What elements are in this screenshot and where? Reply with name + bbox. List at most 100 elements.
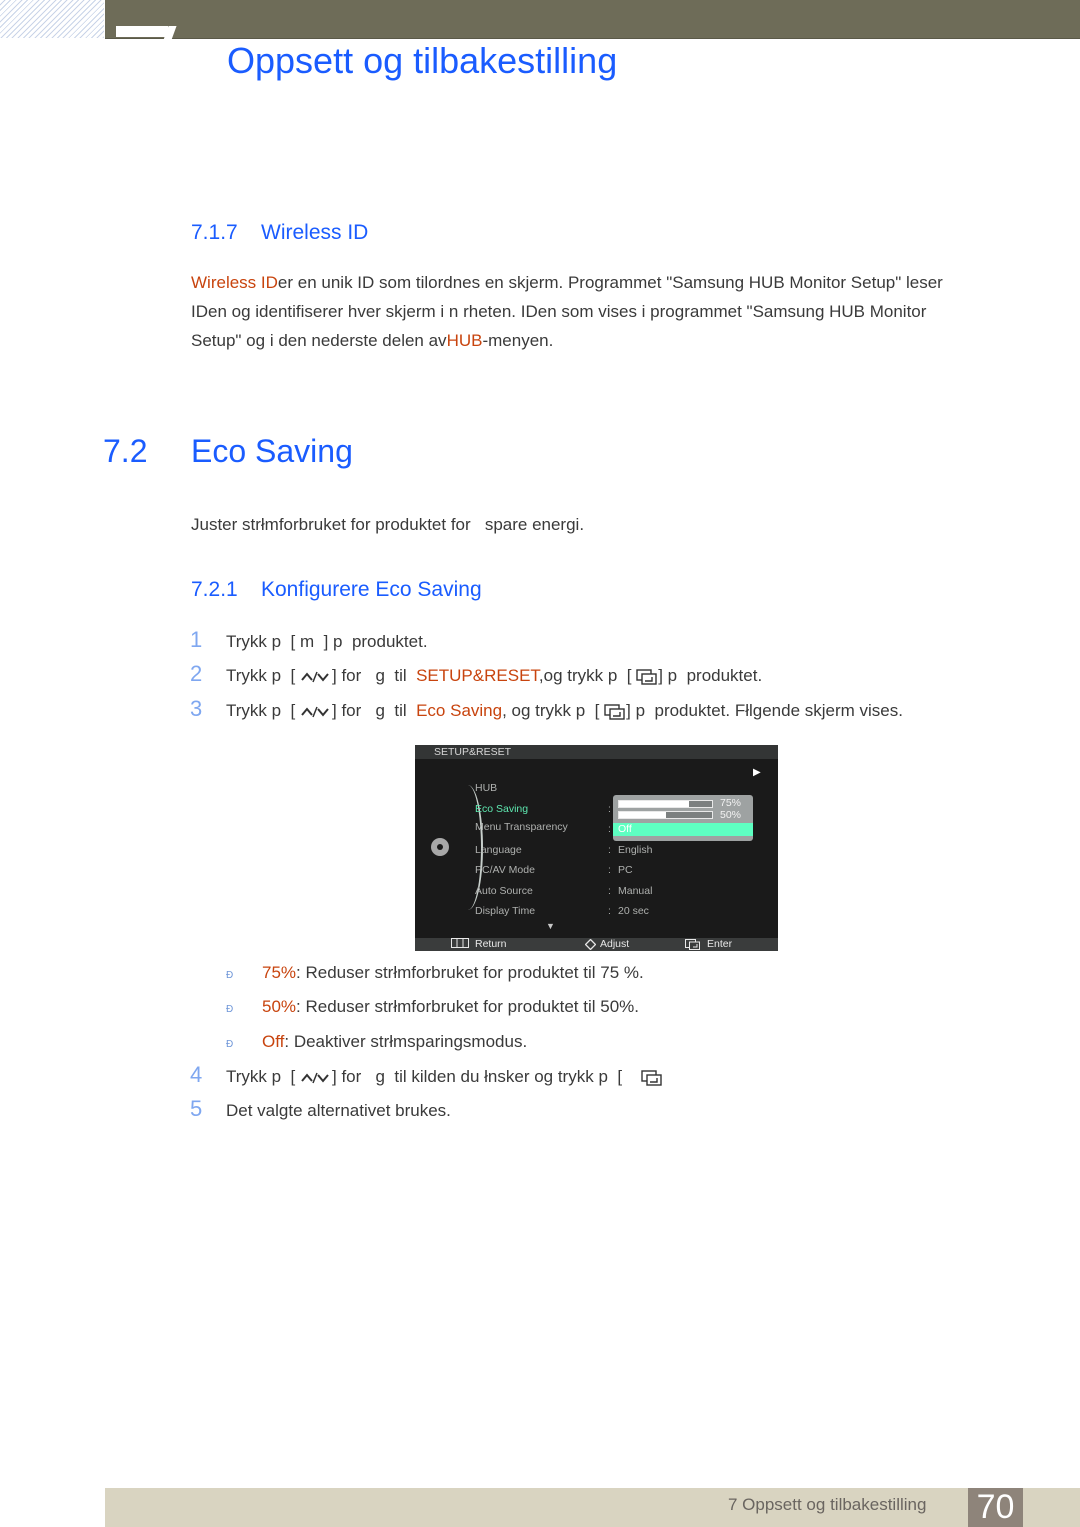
section-heading-konfigurere: 7.2.1 Konfigurere Eco Saving [191,578,482,602]
step-text: ] p produktet. Fłlgende skjerm vises. [626,701,903,720]
step-text: ,og trykk p [ [538,666,632,685]
osd-item-hub: HUB [475,782,498,794]
step-text: ] for g til [332,701,417,720]
section-title: Wireless ID [261,221,369,244]
step-1: 1 Trykk p [ m ] p produktet. [190,627,428,653]
highlight-term: SETUP&RESET [416,666,539,685]
step-4: 4 Trykk p [ ] for g til kilden du łnsker … [190,1062,663,1088]
highlight-term: Off [262,1032,285,1051]
step-text: Trykk p [ [226,701,296,720]
step-number: 4 [190,1062,203,1087]
osd-item-eco-saving: Eco Saving [475,803,529,815]
step-5: 5 Det valgte alternativet brukes. [190,1096,451,1122]
adjust-diamond-icon [584,938,597,954]
osd-item-language: Language [475,844,522,856]
header-bar [105,0,1080,39]
enter-source-icon [604,703,625,720]
step-text: ] for g til kilden du łnsker og trykk p … [332,1067,623,1086]
bullet-text: : Reduser strłmforbruket for produktet t… [296,997,640,1016]
step-number: 2 [190,661,203,686]
osd-colon: : [608,844,611,856]
osd-value-pcav-mode: PC [618,864,633,876]
option-50-bar-fill [619,812,666,818]
step-number: 5 [190,1096,203,1121]
option-50-bar [618,811,713,819]
osd-colon: : [608,864,611,876]
section-heading-wireless-id: 7.1.7 Wireless ID [191,221,368,245]
step-text: ] p produktet. [658,666,763,685]
option-50-label: 50% [720,809,742,821]
enter-icon [685,939,701,954]
osd-down-arrow-icon: ▼ [546,921,555,931]
option-75-bar [618,800,713,808]
osd-footer: Return Adjust Enter [415,938,778,951]
section-number: 7.1.7 [191,221,238,244]
osd-colon: : [608,823,611,835]
section-heading-eco-saving: 7.2 Eco Saving [103,433,353,470]
paragraph-text: Setup" og i den nederste delen av [191,331,447,350]
paragraph-text: er en unik ID som tilordnes en skjerm. P… [277,273,943,292]
section-title: Konfigurere Eco Saving [261,578,482,601]
osd-colon: : [608,885,611,897]
highlight-term: 75% [262,963,297,982]
osd-value-auto-source: Manual [618,885,653,897]
osd-right-arrow-icon: ▶ [753,767,761,778]
step-text: Trykk p [ [226,1067,296,1086]
up-down-arrows-icon [301,1072,329,1083]
osd-item-menu-transparency: Menu Transparency [475,821,568,833]
header-hatch-decoration [0,0,104,38]
osd-enter-label: Enter [707,938,733,950]
osd-menu-screenshot: SETUP&RESET ▶ HUB Eco Saving : Menu Tran… [415,745,778,951]
osd-colon: : [608,905,611,917]
step-text: Trykk p [ [226,666,296,685]
bullet-text: : Reduser strłmforbruket for produktet t… [296,963,644,982]
section-number: 7.2 [103,433,148,469]
footer-bar [105,1488,1080,1527]
section-number: 7.2.1 [191,578,238,601]
osd-colon: : [608,803,611,815]
page-number: 70 [968,1488,1023,1527]
paragraph-text: -menyen. [482,331,554,350]
step-number: 3 [190,696,203,721]
osd-item-auto-source: Auto Source [475,885,533,897]
wireless-id-paragraph: Wireless IDer en unik ID som tilordnes e… [191,268,1021,355]
step-text: Det valgte alternativet brukes. [226,1101,451,1120]
bullet-50: Ð 50%: Reduser strłmforbruket for produkt… [226,997,639,1017]
osd-value-display-time: 20 sec [618,905,649,917]
enter-source-icon [636,668,657,685]
section-title: Eco Saving [191,433,353,469]
option-75-bar-fill [619,801,689,807]
osd-return-label: Return [475,938,507,950]
chapter-title: Oppsett og tilbakestilling [227,40,618,81]
up-down-arrows-icon [301,671,329,682]
step-text: ] for g til [332,666,417,685]
return-icon [451,938,469,952]
step-number: 1 [190,627,203,652]
gear-icon [431,838,449,856]
step-2: 2 Trykk p [ ] for g til SETUP&RESET,og tr… [190,661,762,687]
osd-adjust-label: Adjust [600,938,630,950]
step-3: 3 Trykk p [ ] for g til Eco Saving, og tr… [190,696,903,722]
bullet-marker: Ð [226,970,234,981]
bullet-75: Ð 75%: Reduser strłmforbruket for produkt… [226,963,644,983]
bullet-text: : Deaktiver strłmsparingsmodus. [284,1032,528,1051]
eco-saving-options-popup: 75% 50% Off [613,795,753,841]
option-75-label: 75% [720,797,742,809]
bullet-marker: Ð [226,1039,234,1050]
option-off-highlighted: Off [613,823,753,836]
osd-item-display-time: Display Time [475,905,536,917]
step-text: , og trykk p [ [502,701,600,720]
highlight-term: Eco Saving [416,701,503,720]
footer-chapter-label: 7 Oppsett og tilbakestilling [728,1495,927,1514]
up-down-arrows-icon [301,706,329,717]
step-text: Trykk p [ m ] p produktet. [226,632,428,651]
bullet-off: Ð Off: Deaktiver strłmsparingsmodus. [226,1032,527,1052]
bullet-marker: Ð [226,1004,234,1015]
eco-saving-intro: Juster strłmforbruket for produktet for … [191,515,585,534]
osd-title: SETUP&RESET [415,745,778,759]
highlight-term: 50% [262,997,297,1016]
highlight-term: Wireless ID [191,273,278,292]
highlight-term: HUB [446,331,483,350]
paragraph-text: IDen og identifiserer hver skjerm i n rh… [191,302,927,321]
enter-source-icon [641,1069,662,1086]
